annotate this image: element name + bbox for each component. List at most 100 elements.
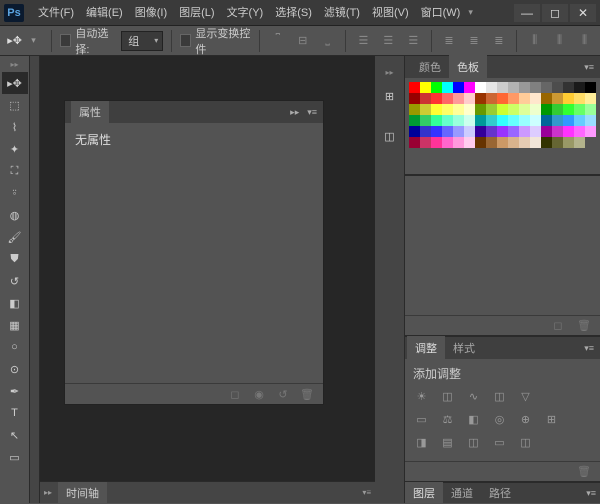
swatch[interactable]	[585, 115, 596, 126]
move-tool-icon[interactable]: ▸✥	[6, 31, 23, 51]
swatch[interactable]	[453, 137, 464, 148]
swatch[interactable]	[563, 82, 574, 93]
swatch[interactable]	[519, 126, 530, 137]
pen-tool[interactable]: ✒	[2, 380, 28, 402]
eye-icon[interactable]: ◉	[251, 387, 267, 403]
swatch[interactable]	[519, 93, 530, 104]
crop-tool[interactable]: ⛶	[2, 160, 28, 182]
timeline-menu-icon[interactable]: ▾≡	[362, 488, 371, 497]
vibrance-icon[interactable]: ▽	[517, 388, 534, 405]
stamp-tool[interactable]: ⛊	[2, 248, 28, 270]
swatch[interactable]	[530, 115, 541, 126]
left-collapse-bar[interactable]	[30, 56, 40, 503]
panel-collapse-icon[interactable]: ▸▸	[290, 107, 299, 118]
curves-icon[interactable]: ∿	[465, 388, 482, 405]
swatch[interactable]	[530, 104, 541, 115]
reset-icon[interactable]: ↺	[275, 387, 291, 403]
swatch[interactable]	[574, 137, 585, 148]
swatch[interactable]	[442, 137, 453, 148]
align-left-icon[interactable]: ☰	[354, 30, 373, 52]
delete-swatch-icon[interactable]: 🗑	[576, 318, 592, 334]
swatch[interactable]	[563, 126, 574, 137]
swatch[interactable]	[585, 126, 596, 137]
lasso-tool[interactable]: ⌇	[2, 116, 28, 138]
color-panel-button[interactable]: ⊞	[379, 85, 401, 107]
eraser-tool[interactable]: ◧	[2, 292, 28, 314]
swatch[interactable]	[431, 104, 442, 115]
swatch[interactable]	[497, 137, 508, 148]
distribute-right-icon[interactable]: ⫼	[575, 30, 594, 52]
distribute-bottom-icon[interactable]: ≣	[489, 30, 508, 52]
swatch[interactable]	[464, 115, 475, 126]
swatch[interactable]	[574, 115, 585, 126]
swatch[interactable]	[563, 137, 574, 148]
swatch[interactable]	[420, 93, 431, 104]
swatch[interactable]	[530, 137, 541, 148]
clip-icon[interactable]: ◻	[227, 387, 243, 403]
eyedropper-tool[interactable]: ⍤	[2, 182, 28, 204]
swatch[interactable]	[585, 104, 596, 115]
swatch[interactable]	[409, 137, 420, 148]
swatch[interactable]	[541, 137, 552, 148]
channel-mixer-icon[interactable]: ⊕	[517, 411, 534, 428]
swatch[interactable]	[508, 137, 519, 148]
swatch[interactable]	[585, 82, 596, 93]
swatch[interactable]	[563, 93, 574, 104]
swatch[interactable]	[552, 104, 563, 115]
history-brush-tool[interactable]: ↺	[2, 270, 28, 292]
align-vcenter-icon[interactable]: ⊟	[293, 30, 312, 52]
hue-icon[interactable]: ▭	[413, 411, 430, 428]
photo-filter-icon[interactable]: ◎	[491, 411, 508, 428]
selective-color-icon[interactable]: ◫	[517, 434, 534, 451]
swatch[interactable]	[541, 82, 552, 93]
marquee-tool[interactable]: ⬚	[2, 94, 28, 116]
dock-expand-icon[interactable]: ▸▸	[385, 68, 393, 77]
align-top-icon[interactable]: ⎴	[268, 30, 287, 52]
path-select-tool[interactable]: ↖	[2, 424, 28, 446]
autoselect-type-select[interactable]: 组	[121, 31, 163, 51]
swatch[interactable]	[420, 104, 431, 115]
menu-filter[interactable]: 滤镜(T)	[318, 0, 366, 26]
swatch[interactable]	[420, 115, 431, 126]
swatch[interactable]	[552, 115, 563, 126]
swatch[interactable]	[442, 93, 453, 104]
swatch[interactable]	[552, 93, 563, 104]
swatch[interactable]	[486, 104, 497, 115]
swatch[interactable]	[420, 137, 431, 148]
swatch[interactable]	[530, 93, 541, 104]
wand-tool[interactable]: ✦	[2, 138, 28, 160]
color-tab[interactable]: 颜色	[411, 55, 449, 79]
posterize-icon[interactable]: ▤	[439, 434, 456, 451]
layers-tab[interactable]: 图层	[405, 482, 443, 504]
swatch[interactable]	[431, 126, 442, 137]
swatch[interactable]	[464, 126, 475, 137]
maximize-button[interactable]: ◻	[542, 4, 568, 22]
paths-tab[interactable]: 路径	[481, 482, 519, 504]
swatch[interactable]	[497, 104, 508, 115]
styles-tab[interactable]: 样式	[445, 336, 483, 360]
shape-tool[interactable]: ▭	[2, 446, 28, 468]
mask-panel-button[interactable]: ◫	[379, 125, 401, 147]
swatch[interactable]	[519, 137, 530, 148]
toolbar-overflow-icon[interactable]: ▾	[468, 7, 482, 18]
swatch[interactable]	[585, 93, 596, 104]
swatch[interactable]	[508, 82, 519, 93]
blur-tool[interactable]: ○	[2, 336, 28, 358]
dodge-tool[interactable]: ⊙	[2, 358, 28, 380]
threshold-icon[interactable]: ◫	[465, 434, 482, 451]
swatch[interactable]	[442, 126, 453, 137]
swatch[interactable]	[409, 126, 420, 137]
swatch[interactable]	[541, 126, 552, 137]
swatch[interactable]	[431, 93, 442, 104]
swatch[interactable]	[442, 115, 453, 126]
swatch[interactable]	[453, 93, 464, 104]
align-hcenter-icon[interactable]: ☰	[379, 30, 398, 52]
levels-icon[interactable]: ◫	[439, 388, 456, 405]
swatch[interactable]	[530, 126, 541, 137]
swatch[interactable]	[574, 82, 585, 93]
swatch[interactable]	[486, 93, 497, 104]
swatch[interactable]	[475, 115, 486, 126]
new-swatch-icon[interactable]: ◻	[550, 318, 566, 334]
swatch[interactable]	[464, 104, 475, 115]
timeline-tab[interactable]: 时间轴	[58, 482, 107, 504]
